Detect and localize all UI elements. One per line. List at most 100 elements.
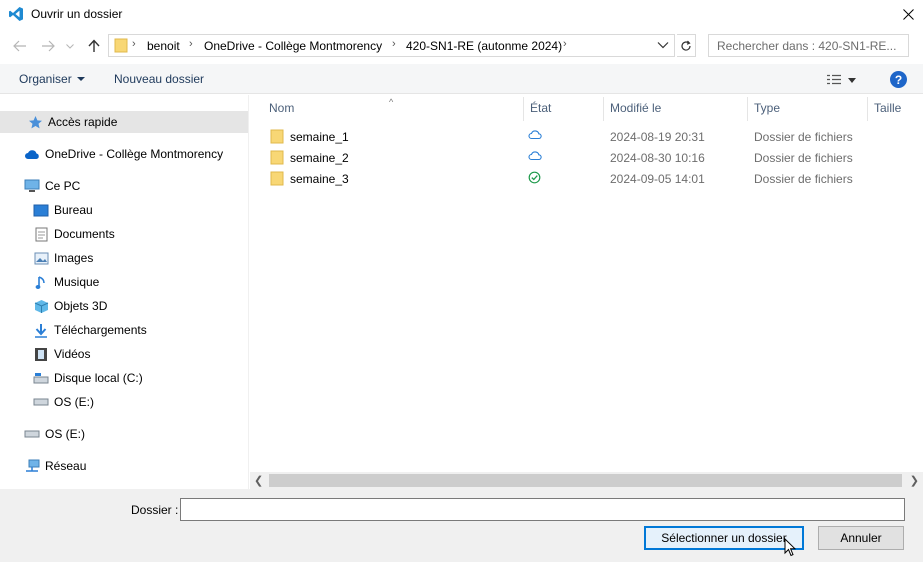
file-type: Dossier de fichiers bbox=[754, 130, 853, 144]
file-type: Dossier de fichiers bbox=[754, 172, 853, 186]
drive-icon bbox=[24, 426, 40, 442]
column-divider[interactable] bbox=[867, 97, 868, 121]
sidebar-item-label: Images bbox=[54, 251, 94, 265]
up-button[interactable] bbox=[86, 38, 102, 54]
file-name: semaine_1 bbox=[290, 130, 349, 144]
navigation-pane: Accès rapide OneDrive - Collège Montmore… bbox=[0, 95, 249, 489]
refresh-button[interactable] bbox=[677, 34, 696, 57]
folder-field[interactable] bbox=[180, 498, 905, 521]
sidebar-item-videos[interactable]: Vidéos bbox=[0, 343, 248, 365]
caret-down-icon bbox=[76, 77, 85, 81]
sidebar-item-desktop[interactable]: Bureau bbox=[0, 199, 248, 221]
download-icon bbox=[33, 322, 49, 338]
arrow-left-icon bbox=[13, 40, 26, 52]
column-divider[interactable] bbox=[603, 97, 604, 121]
video-icon bbox=[33, 346, 49, 362]
table-row[interactable]: semaine_3 2024-09-05 14:01 Dossier de fi… bbox=[262, 168, 922, 189]
column-divider[interactable] bbox=[747, 97, 748, 121]
back-button[interactable] bbox=[12, 38, 28, 54]
organize-button[interactable]: Organiser bbox=[19, 72, 85, 86]
cloud-icon bbox=[528, 130, 542, 140]
star-icon bbox=[27, 114, 43, 130]
sidebar-item-music[interactable]: Musique bbox=[0, 271, 248, 293]
sidebar-item-this-pc[interactable]: Ce PC bbox=[0, 175, 248, 197]
window-title: Ouvrir un dossier bbox=[31, 7, 123, 21]
search-box[interactable] bbox=[708, 34, 909, 57]
column-header-size[interactable]: Taille bbox=[874, 101, 901, 115]
sidebar-item-os-e-root[interactable]: OS (E:) bbox=[0, 423, 248, 445]
details-view-icon bbox=[827, 74, 841, 85]
new-folder-button[interactable]: Nouveau dossier bbox=[114, 72, 204, 86]
column-header-state[interactable]: État bbox=[530, 101, 551, 115]
view-options-button[interactable] bbox=[826, 72, 864, 88]
sidebar-item-label: Bureau bbox=[54, 203, 93, 217]
sidebar-item-local-disk-c[interactable]: Disque local (C:) bbox=[0, 367, 248, 389]
organize-label: Organiser bbox=[19, 72, 72, 86]
computer-icon bbox=[24, 178, 40, 194]
select-folder-button[interactable]: Sélectionner un dossier bbox=[644, 526, 804, 550]
sidebar-item-label: Disque local (C:) bbox=[54, 371, 143, 385]
sidebar-item-documents[interactable]: Documents bbox=[0, 223, 248, 245]
sidebar-item-label: Musique bbox=[54, 275, 100, 289]
sidebar-item-label: Documents bbox=[54, 227, 115, 241]
folder-field-label: Dossier : bbox=[131, 503, 179, 517]
folder-icon bbox=[270, 129, 284, 144]
address-dropdown-button[interactable] bbox=[657, 38, 671, 52]
file-name: semaine_3 bbox=[290, 172, 349, 186]
address-bar[interactable]: › benoit › OneDrive - Collège Montmorenc… bbox=[108, 34, 675, 57]
scroll-right-icon[interactable]: ❯ bbox=[910, 474, 919, 487]
drive-icon bbox=[33, 370, 49, 386]
sidebar-item-downloads[interactable]: Téléchargements bbox=[0, 319, 248, 341]
command-bar: Organiser Nouveau dossier bbox=[0, 64, 923, 94]
cloud-icon bbox=[24, 146, 40, 162]
folder-input[interactable] bbox=[181, 499, 904, 520]
sidebar-item-label: OneDrive - Collège Montmorency bbox=[45, 147, 224, 161]
mouse-cursor-icon bbox=[784, 538, 796, 557]
column-divider[interactable] bbox=[523, 97, 524, 121]
sidebar-item-os-e[interactable]: OS (E:) bbox=[0, 391, 248, 413]
folder-icon bbox=[114, 38, 128, 53]
column-header-modified[interactable]: Modifié le bbox=[610, 101, 661, 115]
table-row[interactable]: semaine_2 2024-08-30 10:16 Dossier de fi… bbox=[262, 147, 922, 168]
close-button[interactable] bbox=[893, 0, 923, 28]
cube-icon bbox=[33, 298, 49, 314]
column-header-type[interactable]: Type bbox=[754, 101, 780, 115]
file-modified: 2024-08-19 20:31 bbox=[610, 130, 705, 144]
file-type: Dossier de fichiers bbox=[754, 151, 853, 165]
recent-locations-button[interactable] bbox=[65, 38, 75, 54]
file-modified: 2024-08-30 10:16 bbox=[610, 151, 705, 165]
column-header-name[interactable]: Nom bbox=[269, 101, 294, 115]
forward-button[interactable] bbox=[40, 38, 56, 54]
breadcrumb-benoit[interactable]: benoit bbox=[147, 39, 180, 53]
folder-icon bbox=[270, 150, 284, 165]
arrow-right-icon bbox=[42, 40, 55, 52]
scroll-left-icon[interactable]: ❮ bbox=[254, 474, 263, 487]
folder-icon bbox=[270, 171, 284, 186]
caret-down-icon bbox=[848, 77, 856, 83]
sidebar-item-label: Accès rapide bbox=[48, 115, 118, 129]
horizontal-scrollbar[interactable]: ❮ ❯ bbox=[250, 472, 923, 489]
sort-ascending-icon: ^ bbox=[389, 97, 394, 107]
scrollbar-thumb[interactable] bbox=[269, 474, 902, 487]
help-button[interactable]: ? bbox=[890, 71, 907, 88]
file-list: ^ Nom État Modifié le Type Taille semain… bbox=[250, 95, 923, 472]
breadcrumb-separator-icon: › bbox=[189, 38, 193, 50]
desktop-icon bbox=[33, 202, 49, 218]
sidebar-item-label: Objets 3D bbox=[54, 299, 108, 313]
table-row[interactable]: semaine_1 2024-08-19 20:31 Dossier de fi… bbox=[262, 126, 922, 147]
breadcrumb-course[interactable]: 420-SN1-RE (autonme 2024) bbox=[406, 39, 562, 53]
sidebar-item-quick-access[interactable]: Accès rapide bbox=[0, 111, 248, 133]
search-input[interactable] bbox=[709, 35, 908, 56]
music-icon bbox=[33, 274, 49, 290]
breadcrumb-separator-icon: › bbox=[132, 38, 136, 50]
sidebar-item-pictures[interactable]: Images bbox=[0, 247, 248, 269]
cloud-icon bbox=[528, 151, 542, 161]
breadcrumb-onedrive[interactable]: OneDrive - Collège Montmorency bbox=[204, 39, 382, 53]
breadcrumb-separator-icon: › bbox=[563, 38, 567, 50]
check-icon bbox=[528, 171, 541, 184]
sidebar-item-onedrive[interactable]: OneDrive - Collège Montmorency bbox=[0, 143, 248, 165]
sidebar-item-3d-objects[interactable]: Objets 3D bbox=[0, 295, 248, 317]
cancel-button[interactable]: Annuler bbox=[818, 526, 904, 550]
sidebar-item-network[interactable]: Réseau bbox=[0, 455, 248, 477]
pictures-icon bbox=[33, 250, 49, 266]
